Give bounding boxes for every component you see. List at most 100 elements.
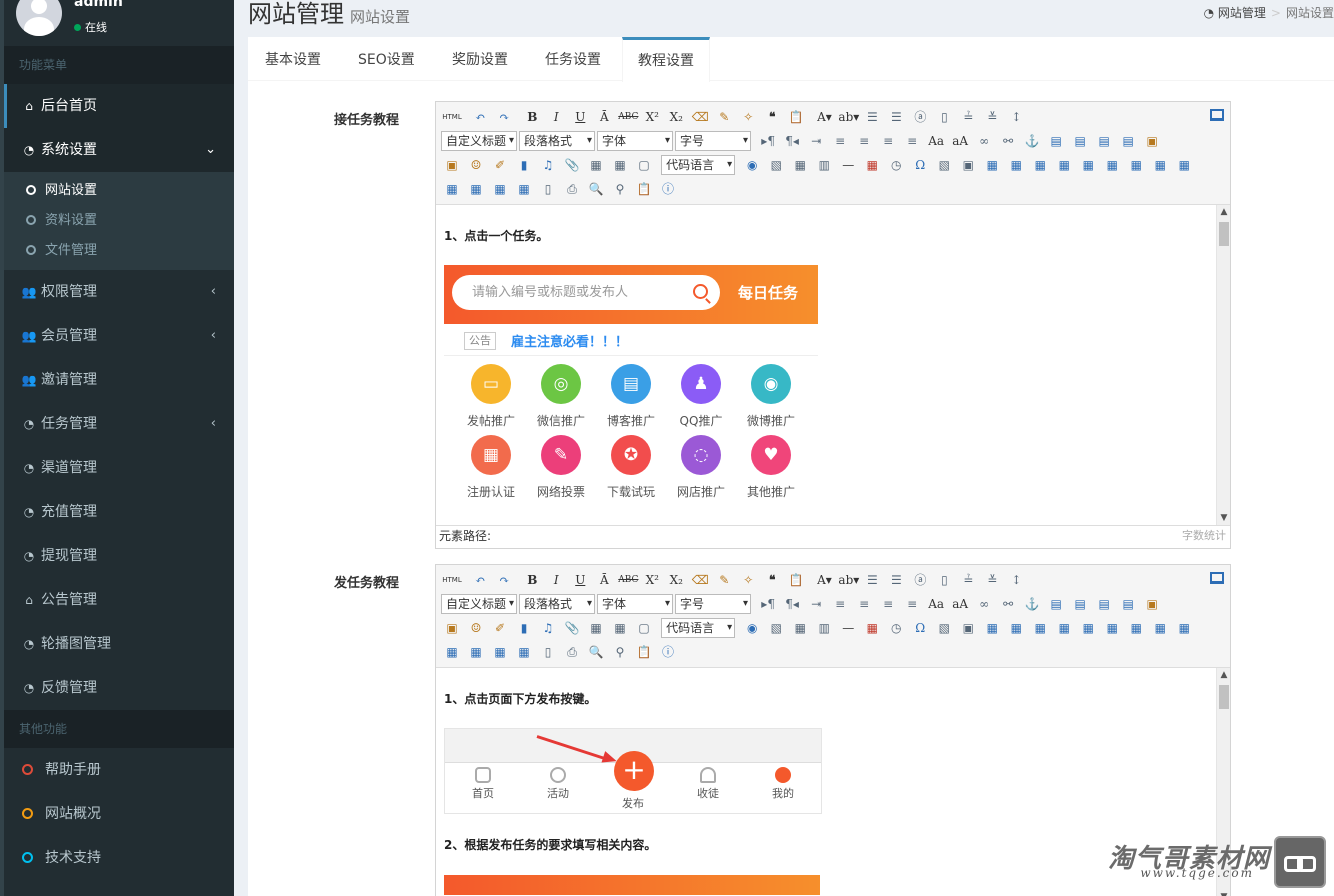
image-center-icon[interactable]: ▤	[1118, 131, 1138, 151]
scrawl-icon[interactable]: ✐	[490, 155, 510, 175]
italic-icon[interactable]: I	[546, 570, 566, 590]
search-replace-icon[interactable]: ⚲	[610, 179, 630, 199]
editor-receive-tutorial[interactable]: HTML ↶ ↷ B I U Ā ABC X² X₂ ⌫ ✎ ✧ ❝ 📋 A▾ ab▾ ☰ ☰ ⓐ ▯ ≟ ≚ ↕ 自定…	[435, 101, 1231, 549]
tab-reward[interactable]: 奖励设置	[437, 37, 523, 81]
insert-col-icon[interactable]: ▦	[1102, 155, 1122, 175]
insert-image-icon[interactable]: ▣	[442, 155, 462, 175]
scroll-thumb[interactable]	[1219, 222, 1229, 246]
split-rows-icon[interactable]: ▦	[490, 642, 510, 662]
char-icon[interactable]: ▯	[538, 179, 558, 199]
gmap-icon[interactable]: ▦	[610, 155, 630, 175]
chart-icon[interactable]: ▥	[814, 155, 834, 175]
sidebar-item-help[interactable]: 帮助手册	[4, 748, 234, 792]
paragraph-select[interactable]: 段落格式	[519, 131, 595, 151]
sidebar-item-invites[interactable]: 👥 邀请管理	[4, 358, 234, 402]
image-right-icon[interactable]: ▤	[1094, 131, 1114, 151]
search-replace-icon[interactable]: ⚲	[610, 642, 630, 662]
row-spacing-bottom-icon[interactable]: ≚	[982, 570, 1002, 590]
split-cells-icon[interactable]: ▦	[466, 179, 486, 199]
date-icon[interactable]: ▦	[862, 618, 882, 638]
row-spacing-bottom-icon[interactable]: ≚	[982, 107, 1002, 127]
auto-format-icon[interactable]: ✧	[738, 107, 758, 127]
auto-format-icon[interactable]: ✧	[738, 570, 758, 590]
subitem-profile-settings[interactable]: 资料设置	[4, 206, 234, 236]
underline-icon[interactable]: U	[570, 107, 590, 127]
lowercase-icon[interactable]: aA	[950, 131, 970, 151]
eraser-icon[interactable]: ⌫	[690, 570, 710, 590]
font-family-select[interactable]: 字体	[597, 594, 673, 614]
sidebar-item-system[interactable]: ◔ 系统设置 ⌄	[4, 128, 234, 172]
table-title-icon[interactable]: ▦	[1030, 618, 1050, 638]
strikethrough-icon[interactable]: ABC	[618, 570, 638, 590]
sidebar-item-recharge[interactable]: ◔ 充值管理	[4, 490, 234, 534]
indent-icon[interactable]: ⇥	[806, 594, 826, 614]
redo-icon[interactable]: ↷	[494, 107, 514, 127]
subitem-site-settings[interactable]: 网站设置	[4, 176, 234, 206]
underline-icon[interactable]: U	[570, 570, 590, 590]
preview-icon[interactable]: 🔍	[586, 179, 606, 199]
format-brush-icon[interactable]: ✎	[714, 570, 734, 590]
font-color-icon[interactable]: A▾	[814, 570, 834, 590]
indent-icon[interactable]: ⇥	[806, 131, 826, 151]
breadcrumb-root[interactable]: 网站管理	[1218, 6, 1266, 20]
align-left-icon[interactable]: ≡	[830, 594, 850, 614]
insert-frame-icon[interactable]: ▢	[634, 155, 654, 175]
code-language-select[interactable]: 代码语言	[661, 618, 736, 638]
insert-row-icon[interactable]: ▦	[1054, 618, 1074, 638]
blockquote-icon[interactable]: ❝	[762, 107, 782, 127]
tab-seo[interactable]: SEO设置	[343, 37, 430, 81]
align-justify-icon[interactable]: ≡	[902, 131, 922, 151]
superscript-icon[interactable]: X²	[642, 107, 662, 127]
strikethrough-icon[interactable]: ABC	[618, 107, 638, 127]
word-image-icon[interactable]: ▧	[934, 155, 954, 175]
lowercase-icon[interactable]: aA	[950, 594, 970, 614]
sidebar-item-channels[interactable]: ◔ 渠道管理	[4, 446, 234, 490]
merge-down-icon[interactable]: ▦	[442, 642, 462, 662]
horizontal-rule-icon[interactable]: —	[838, 618, 858, 638]
time-icon[interactable]: ◷	[886, 618, 906, 638]
align-right-icon[interactable]: ≡	[878, 594, 898, 614]
clear-doc-icon[interactable]: ▯	[934, 107, 954, 127]
ltr-icon[interactable]: ▸¶	[758, 131, 778, 151]
subscript-icon[interactable]: X₂	[666, 570, 686, 590]
scroll-up-icon[interactable]: ▲	[1217, 207, 1230, 217]
help-icon[interactable]: ⓘ	[658, 642, 678, 662]
insert-video-icon[interactable]: ▮	[514, 155, 534, 175]
template-icon[interactable]: ▦	[790, 618, 810, 638]
split-cols-icon[interactable]: ▦	[514, 179, 534, 199]
align-center-icon[interactable]: ≡	[854, 131, 874, 151]
subscript-icon[interactable]: X₂	[666, 107, 686, 127]
italic-icon[interactable]: I	[546, 107, 566, 127]
delete-row-icon[interactable]: ▦	[1078, 618, 1098, 638]
font-family-select[interactable]: 字体	[597, 131, 673, 151]
emotion-icon[interactable]: ☺	[466, 155, 486, 175]
ordered-list-icon[interactable]: ☰	[862, 570, 882, 590]
unlink-icon[interactable]: ⚯	[998, 594, 1018, 614]
anchor-icon[interactable]: ⚓	[1022, 131, 1042, 151]
image-left-icon[interactable]: ▤	[1070, 594, 1090, 614]
line-height-icon[interactable]: ↕	[1006, 107, 1026, 127]
align-left-icon[interactable]: ≡	[830, 131, 850, 151]
subitem-file-management[interactable]: 文件管理	[4, 236, 234, 266]
font-border-icon[interactable]: Ā	[594, 107, 614, 127]
fullscreen-icon[interactable]	[1210, 572, 1224, 584]
word-icon[interactable]: ▣	[958, 155, 978, 175]
sidebar-item-overview[interactable]: 网站概况	[4, 792, 234, 836]
special-char-icon[interactable]: Ω	[910, 155, 930, 175]
split-rows-icon[interactable]: ▦	[490, 179, 510, 199]
select-all-icon[interactable]: ⓐ	[910, 570, 930, 590]
blockquote-icon[interactable]: ❝	[762, 570, 782, 590]
merge-cells-icon[interactable]: ▦	[1150, 155, 1170, 175]
word-image-icon[interactable]: ▧	[934, 618, 954, 638]
image-left-icon[interactable]: ▤	[1070, 131, 1090, 151]
simple-upload-icon[interactable]: ▣	[1142, 131, 1162, 151]
format-brush-icon[interactable]: ✎	[714, 107, 734, 127]
align-justify-icon[interactable]: ≡	[902, 594, 922, 614]
chart-icon[interactable]: ▥	[814, 618, 834, 638]
eraser-icon[interactable]: ⌫	[690, 107, 710, 127]
date-icon[interactable]: ▦	[862, 155, 882, 175]
gmap-icon[interactable]: ▦	[610, 618, 630, 638]
map-icon[interactable]: ▦	[586, 155, 606, 175]
row-spacing-top-icon[interactable]: ≟	[958, 570, 978, 590]
char-icon[interactable]: ▯	[538, 642, 558, 662]
